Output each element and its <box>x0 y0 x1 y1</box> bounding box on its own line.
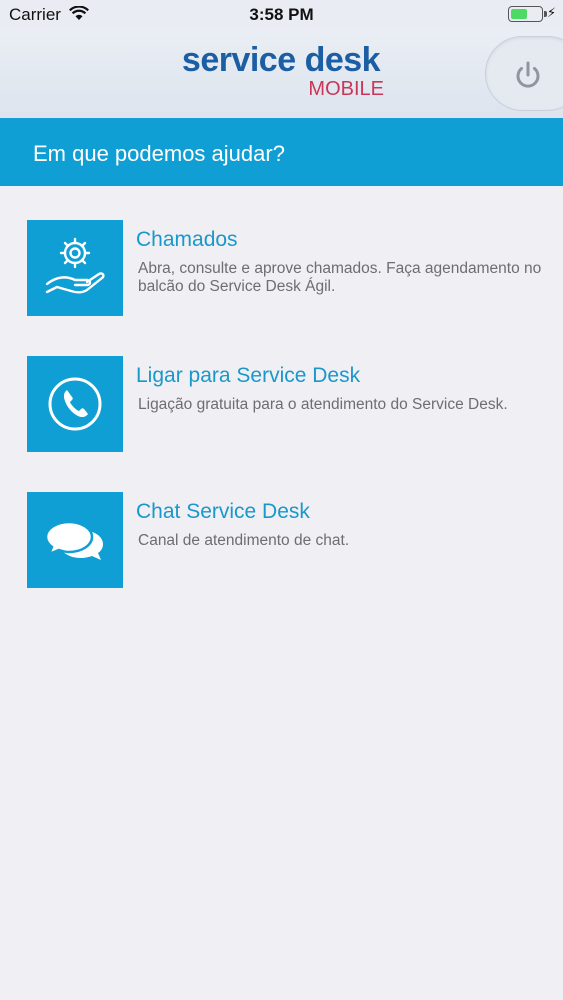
app-header: service desk MOBILE <box>0 28 563 118</box>
menu-description: Abra, consulte e aprove chamados. Faça a… <box>138 260 542 295</box>
menu-icon-box <box>27 492 123 588</box>
menu-icon-box <box>27 220 123 316</box>
charging-icon: ⚡ <box>547 5 557 20</box>
menu-title: Chat Service Desk <box>136 500 310 523</box>
help-banner: Em que podemos ajudar? <box>0 118 563 186</box>
logout-button[interactable] <box>485 36 563 111</box>
phone-icon <box>48 377 102 431</box>
menu-description: Canal de atendimento de chat. <box>138 532 350 549</box>
status-bar: Carrier 3:58 PM ⚡ <box>0 0 563 28</box>
menu-icon-box <box>27 356 123 452</box>
chat-bubbles-icon <box>44 520 103 560</box>
power-icon <box>516 61 540 88</box>
banner-title: Em que podemos ajudar? <box>33 141 285 166</box>
logo-subtitle: MOBILE <box>308 78 384 100</box>
menu-item-ligar[interactable]: Ligar para Service Desk Ligação gratuita… <box>0 356 563 452</box>
menu-description: Ligação gratuita para o atendimento do S… <box>138 396 508 413</box>
logo-title: service desk <box>181 41 381 79</box>
gear-hand-icon <box>45 237 105 294</box>
menu-item-chat[interactable]: Chat Service Desk Canal de atendimento d… <box>0 492 563 588</box>
battery-icon <box>508 6 547 22</box>
menu-title: Ligar para Service Desk <box>136 364 361 387</box>
menu-title: Chamados <box>136 228 238 251</box>
clock: 3:58 PM <box>249 5 314 24</box>
menu-item-chamados[interactable]: Chamados Abra, consulte e aprove chamado… <box>0 220 563 316</box>
